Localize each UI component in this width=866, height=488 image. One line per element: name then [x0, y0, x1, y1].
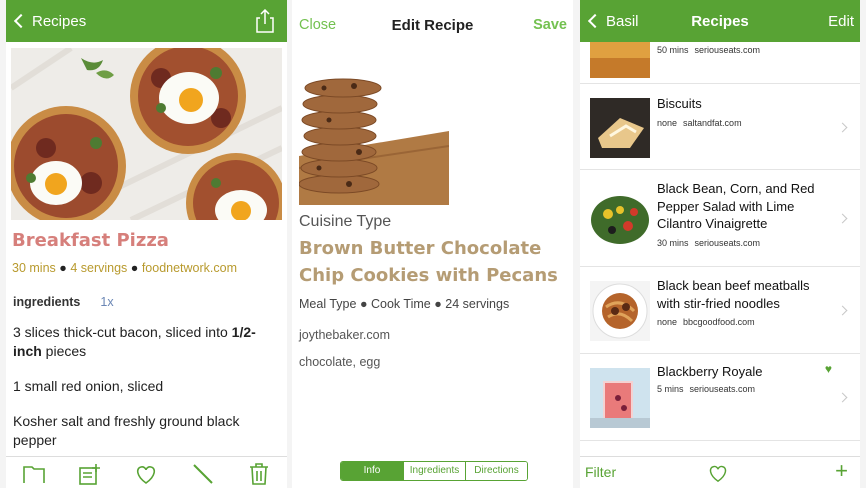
- chevron-right-icon: [837, 392, 848, 403]
- segmented-control: Info Ingredients Directions: [340, 461, 528, 481]
- edit-nav-bar: Close Edit Recipe Save: [292, 0, 573, 50]
- trash-icon[interactable]: [247, 463, 271, 485]
- favorite-heart-icon[interactable]: ♥: [825, 362, 832, 376]
- recipe-source: seriouseats.com: [694, 45, 761, 55]
- recipe-meta-fields: Meal Type ● Cook Time ● 24 servings: [292, 289, 573, 311]
- recipe-list-screen: Basil Recipes Edit 50 mins seriouseats.co…: [580, 0, 860, 488]
- ingredient-text: 1 small red onion, sliced: [13, 378, 164, 394]
- list-item[interactable]: Blackberry Royale ♥ 5 mins seriouseats.co…: [580, 354, 860, 441]
- cuisine-type-field[interactable]: Cuisine Type: [292, 205, 573, 231]
- recipe-list: 50 mins seriouseats.com Biscuits none salt…: [580, 42, 860, 448]
- recipe-time: 30 mins: [657, 238, 689, 248]
- separator-dot: ●: [434, 297, 442, 311]
- folder-icon[interactable]: [22, 463, 46, 485]
- recipe-source: seriouseats.com: [689, 384, 756, 394]
- tab-info[interactable]: Info: [341, 462, 403, 480]
- nav-bar: Basil Recipes Edit: [580, 0, 860, 42]
- ingredients-label: ingredients: [13, 295, 81, 309]
- edit-recipe-screen: Close Edit Recipe Save Cuisine Type Brow…: [292, 0, 573, 488]
- recipe-meta: 30 mins seriouseats.com: [657, 238, 760, 248]
- chevron-right-icon: [837, 305, 848, 316]
- recipe-meta: 5 mins seriouseats.com: [657, 384, 755, 394]
- recipe-source: bbcgoodfood.com: [683, 317, 755, 327]
- chevron-left-icon: [13, 13, 29, 29]
- ingredients-summary-field[interactable]: chocolate, egg: [292, 355, 573, 369]
- save-button[interactable]: Save: [533, 17, 567, 33]
- separator-dot: ●: [130, 261, 139, 275]
- recipe-meta: none saltandfat.com: [657, 118, 742, 128]
- edit-button[interactable]: Edit: [828, 13, 854, 30]
- recipe-servings: 4 servings: [70, 261, 128, 275]
- list-item[interactable]: Biscuits none saltandfat.com: [580, 84, 860, 170]
- recipe-title: Breakfast Pizza: [12, 230, 169, 251]
- pencil-icon[interactable]: [191, 463, 215, 485]
- list-item[interactable]: Black Bean, Corn, and Red Pepper Salad w…: [580, 170, 860, 267]
- ingredient-text: Kosher salt and freshly ground black pep…: [13, 413, 240, 448]
- ingredient-text: 3 slices thick-cut bacon, sliced into: [13, 324, 232, 340]
- back-button[interactable]: Basil: [580, 13, 639, 30]
- recipe-name: Black bean beef meatballs with stir-frie…: [657, 278, 810, 311]
- recipe-detail-screen: Recipes Breakfast Pizza 30 mins ● 4 serv…: [6, 0, 287, 488]
- recipe-source: saltandfat.com: [683, 118, 742, 128]
- recipe-name: Blackberry Royale: [657, 364, 763, 379]
- recipe-title-field[interactable]: Brown Butter Chocolate Chip Cookies with…: [292, 231, 573, 289]
- tab-ingredients[interactable]: Ingredients: [403, 462, 465, 480]
- cook-time-field[interactable]: Cook Time: [371, 297, 431, 311]
- ingredients-header: ingredients 1x: [6, 275, 287, 309]
- screens-container: Recipes Breakfast Pizza 30 mins ● 4 serv…: [0, 0, 866, 488]
- recipe-time: none: [657, 118, 678, 128]
- recipe-thumbnail: [590, 98, 650, 158]
- recipe-time: 50 mins: [657, 45, 689, 55]
- tab-directions[interactable]: Directions: [465, 462, 527, 480]
- recipe-meta: 30 mins ● 4 servings ● foodnetwork.com: [6, 251, 287, 275]
- chevron-left-icon: [587, 13, 603, 29]
- recipe-photo: [11, 48, 282, 220]
- separator-dot: ●: [359, 297, 368, 311]
- recipe-photo[interactable]: [299, 76, 449, 205]
- ingredient-text: pieces: [41, 343, 87, 359]
- recipe-name: Black Bean, Corn, and Red Pepper Salad w…: [657, 181, 815, 231]
- separator-dot: ●: [59, 261, 67, 275]
- ingredient-item: Kosher salt and freshly ground black pep…: [6, 412, 287, 450]
- list-item[interactable]: 50 mins seriouseats.com: [580, 42, 860, 84]
- recipe-thumbnail: [590, 188, 650, 248]
- back-label: Recipes: [32, 12, 87, 30]
- ingredient-item: 3 slices thick-cut bacon, sliced into 1/…: [6, 323, 287, 361]
- ingredient-item: 1 small red onion, sliced: [6, 377, 287, 396]
- recipe-thumbnail: [590, 42, 650, 78]
- recipe-name: Biscuits: [657, 96, 702, 111]
- add-recipe-button[interactable]: +: [835, 458, 848, 484]
- favorites-heart-icon[interactable]: [707, 463, 729, 483]
- chevron-right-icon: [837, 122, 848, 133]
- recipe-time: 5 mins: [657, 384, 684, 394]
- close-button[interactable]: Close: [299, 17, 336, 33]
- recipe-source: seriouseats.com: [694, 238, 761, 248]
- recipe-source-link[interactable]: foodnetwork.com: [142, 261, 237, 275]
- heart-icon[interactable]: [134, 463, 158, 485]
- bottom-toolbar: Filter +: [580, 456, 860, 488]
- bottom-toolbar: [6, 456, 287, 488]
- meal-type-field[interactable]: Meal Type: [299, 297, 356, 311]
- back-button[interactable]: Recipes: [6, 13, 86, 30]
- recipe-meta: 50 mins seriouseats.com: [657, 45, 760, 55]
- recipe-meta: none bbcgoodfood.com: [657, 317, 755, 327]
- filter-button[interactable]: Filter: [585, 464, 616, 480]
- add-to-list-icon[interactable]: [78, 463, 102, 485]
- chevron-right-icon: [837, 213, 848, 224]
- multiplier-button[interactable]: 1x: [100, 295, 113, 309]
- share-icon[interactable]: [255, 9, 275, 33]
- recipe-time: 30 mins: [12, 261, 56, 275]
- servings-field[interactable]: 24 servings: [445, 297, 509, 311]
- recipe-time: none: [657, 317, 678, 327]
- back-label: Basil: [606, 12, 639, 30]
- recipe-thumbnail: [590, 368, 650, 428]
- nav-bar: Recipes: [6, 0, 287, 42]
- list-item[interactable]: Black bean beef meatballs with stir-frie…: [580, 267, 860, 354]
- recipe-thumbnail: [590, 281, 650, 341]
- source-field[interactable]: joythebaker.com: [292, 328, 573, 342]
